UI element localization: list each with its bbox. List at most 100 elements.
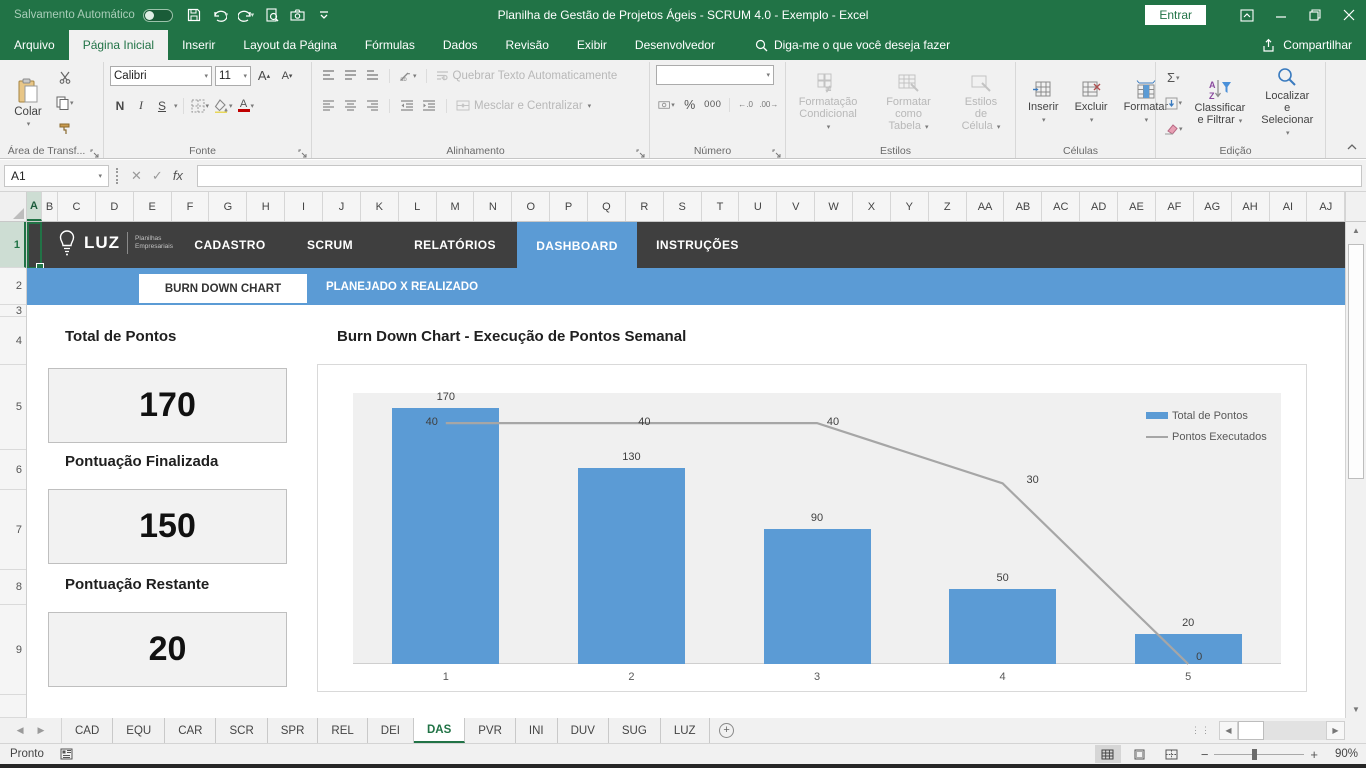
normal-view-button[interactable] — [1095, 745, 1121, 763]
sign-in-button[interactable]: Entrar — [1145, 5, 1206, 25]
column-header-t[interactable]: T — [702, 192, 740, 221]
column-header-r[interactable]: R — [626, 192, 664, 221]
save-icon[interactable] — [183, 4, 205, 26]
nav-item-scrum[interactable]: SCRUM — [285, 222, 375, 268]
format-as-table-button[interactable]: Formatar comoTabela ▾ — [868, 65, 949, 141]
align-right-icon[interactable] — [362, 95, 382, 116]
horizontal-scroll-thumb[interactable] — [1238, 721, 1264, 740]
column-header-j[interactable]: J — [323, 192, 361, 221]
prev-sheet-icon[interactable]: ◀ — [17, 725, 24, 736]
column-header-af[interactable]: AF — [1156, 192, 1194, 221]
fill-down-icon[interactable]: ▾ — [1162, 93, 1185, 114]
dialog-launcher-icon[interactable] — [90, 145, 100, 155]
number-format-select[interactable]: ▾ — [656, 65, 774, 85]
dialog-launcher-icon[interactable] — [772, 145, 782, 155]
tell-me-search[interactable]: Diga-me o que você deseja fazer — [755, 30, 950, 60]
column-header-d[interactable]: D — [96, 192, 134, 221]
sheet-tab-duv[interactable]: DUV — [558, 718, 609, 743]
find-select-button[interactable]: Localizar eSelecionar ▾ — [1255, 65, 1319, 141]
delete-cells-button[interactable]: Excluir▾ — [1069, 65, 1114, 141]
redo-icon[interactable]: ▾ — [235, 4, 257, 26]
scroll-right-icon[interactable]: ▶ — [1326, 721, 1345, 740]
sheet-tab-sug[interactable]: SUG — [609, 718, 661, 743]
row-header-9[interactable]: 9 — [0, 605, 26, 695]
macro-record-icon[interactable] — [60, 748, 73, 760]
row-header-7[interactable]: 7 — [0, 490, 26, 570]
column-header-aj[interactable]: AJ — [1307, 192, 1345, 221]
sheet-tab-rel[interactable]: REL — [318, 718, 367, 743]
ribbon-tab-inserir[interactable]: Inserir — [168, 30, 229, 60]
page-layout-view-button[interactable] — [1127, 745, 1153, 763]
nav-item-cadastro[interactable]: CADASTRO — [170, 222, 290, 268]
subtab-burn-down-chart[interactable]: BURN DOWN CHART — [139, 274, 307, 303]
align-left-icon[interactable] — [318, 95, 338, 116]
scroll-down-icon[interactable]: ▼ — [1346, 701, 1366, 718]
column-header-e[interactable]: E — [134, 192, 172, 221]
increase-indent-icon[interactable] — [419, 95, 439, 116]
format-painter-icon[interactable] — [54, 118, 76, 139]
confirm-entry-icon[interactable]: ✓ — [152, 168, 163, 184]
column-header-x[interactable]: X — [853, 192, 891, 221]
grow-font-icon[interactable]: A▴ — [254, 65, 274, 86]
column-header-aa[interactable]: AA — [967, 192, 1005, 221]
column-header-m[interactable]: M — [437, 192, 475, 221]
nav-item-instruc-o-es[interactable]: INSTRUÇÕES — [640, 222, 755, 268]
sheet-tab-luz[interactable]: LUZ — [661, 718, 710, 743]
align-top-icon[interactable] — [318, 65, 338, 86]
accounting-format-icon[interactable]: ▾ — [656, 94, 677, 115]
autosave-toggle[interactable] — [143, 9, 173, 22]
clear-icon[interactable]: ▾ — [1162, 118, 1185, 139]
orientation-icon[interactable]: ab▾ — [397, 65, 419, 86]
bold-button[interactable]: N — [110, 95, 130, 116]
collapse-ribbon-icon[interactable] — [1344, 140, 1360, 154]
column-header-i[interactable]: I — [285, 192, 323, 221]
autosum-icon[interactable]: Σ▾ — [1162, 67, 1185, 88]
font-color-icon[interactable]: A▾ — [236, 95, 257, 116]
dialog-launcher-icon[interactable] — [636, 145, 646, 155]
column-header-c[interactable]: C — [58, 192, 96, 221]
chevron-down-icon[interactable]: ▾ — [174, 102, 178, 110]
sheet-tab-scr[interactable]: SCR — [216, 718, 267, 743]
minimize-icon[interactable] — [1264, 0, 1298, 30]
undo-icon[interactable]: ▾ — [209, 4, 231, 26]
conditional-formatting-button[interactable]: ≠ FormataçãoCondicional ▾ — [792, 65, 864, 141]
column-header-q[interactable]: Q — [588, 192, 626, 221]
nav-item-relato-rios[interactable]: RELATÓRIOS — [395, 222, 515, 268]
decrease-indent-icon[interactable] — [397, 95, 417, 116]
row-header-2[interactable]: 2 — [0, 268, 26, 305]
column-header-ah[interactable]: AH — [1232, 192, 1270, 221]
font-name-select[interactable]: Calibri▾ — [110, 66, 212, 86]
share-button[interactable]: Compartilhar — [1262, 30, 1352, 60]
row-header-8[interactable]: 8 — [0, 570, 26, 605]
column-header-ad[interactable]: AD — [1080, 192, 1118, 221]
row-header-5[interactable]: 5 — [0, 365, 26, 450]
cell-styles-button[interactable]: Estilos deCélula ▾ — [953, 65, 1009, 141]
copy-icon[interactable]: ▾ — [54, 93, 76, 114]
ribbon-tab-exibir[interactable]: Exibir — [563, 30, 621, 60]
shrink-font-icon[interactable]: A▾ — [277, 65, 297, 86]
ribbon-tab-arquivo[interactable]: Arquivo — [0, 30, 69, 60]
column-header-a[interactable]: A — [27, 192, 42, 221]
ribbon-tab-desenvolvedor[interactable]: Desenvolvedor — [621, 30, 729, 60]
fill-color-icon[interactable]: ▾ — [212, 95, 235, 116]
column-header-ag[interactable]: AG — [1194, 192, 1232, 221]
formula-input[interactable] — [197, 165, 1362, 187]
sheet-tab-das[interactable]: DAS — [414, 718, 465, 743]
column-header-k[interactable]: K — [361, 192, 399, 221]
column-header-o[interactable]: O — [512, 192, 550, 221]
restore-icon[interactable] — [1298, 0, 1332, 30]
ribbon-tab-fo-rmulas[interactable]: Fórmulas — [351, 30, 429, 60]
sheet-tab-spr[interactable]: SPR — [268, 718, 319, 743]
sheet-tab-cad[interactable]: CAD — [62, 718, 113, 743]
row-header-4[interactable]: 4 — [0, 317, 26, 365]
merge-center-button[interactable]: Mesclar e Centralizar ▾ — [454, 95, 593, 116]
new-sheet-button[interactable]: + — [710, 718, 744, 743]
row-header-6[interactable]: 6 — [0, 450, 26, 490]
vertical-scroll-thumb[interactable] — [1348, 244, 1364, 479]
align-center-icon[interactable] — [340, 95, 360, 116]
name-box[interactable]: A1▾ — [4, 165, 109, 187]
paste-button[interactable]: Colar ▾ — [6, 65, 50, 141]
italic-button[interactable]: I — [131, 95, 151, 116]
column-header-f[interactable]: F — [172, 192, 210, 221]
font-size-select[interactable]: 11▾ — [215, 66, 251, 86]
